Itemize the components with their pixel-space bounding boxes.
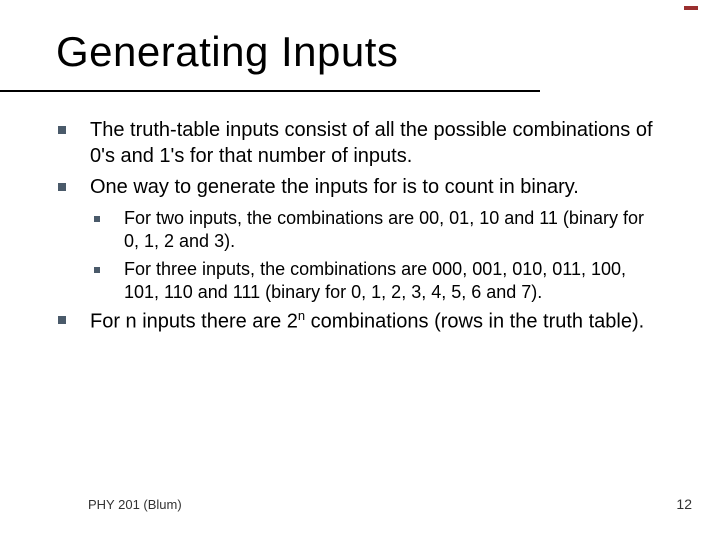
bullet-square-icon [58,175,90,201]
title-underline [0,90,540,92]
sublist-item-text: For two inputs, the combinations are 00,… [124,207,658,254]
slide-body: The truth-table inputs consist of all th… [58,118,658,342]
list-item: One way to generate the inputs for is to… [58,175,658,201]
list-item-text: The truth-table inputs consist of all th… [90,118,658,169]
text-post: combinations (rows in the truth table). [305,311,644,333]
slide-title: Generating Inputs [56,28,398,76]
text-pre: For n inputs there are 2 [90,311,298,333]
sublist-item: For three inputs, the combinations are 0… [94,258,658,305]
list-item-text: For n inputs there are 2n combinations (… [90,308,658,335]
list-item-text: One way to generate the inputs for is to… [90,175,658,201]
page-number: 12 [676,496,692,512]
corner-accent [684,6,698,10]
list-item: For n inputs there are 2n combinations (… [58,308,658,335]
bullet-square-icon [58,118,90,169]
sublist: For two inputs, the combinations are 00,… [94,207,658,305]
bullet-square-icon [94,207,124,254]
slide: Generating Inputs The truth-table inputs… [0,0,720,540]
bullet-square-icon [58,308,90,335]
sublist-item-text: For three inputs, the combinations are 0… [124,258,658,305]
sublist-item: For two inputs, the combinations are 00,… [94,207,658,254]
list-item: The truth-table inputs consist of all th… [58,118,658,169]
bullet-square-icon [94,258,124,305]
footer-left: PHY 201 (Blum) [88,497,182,512]
